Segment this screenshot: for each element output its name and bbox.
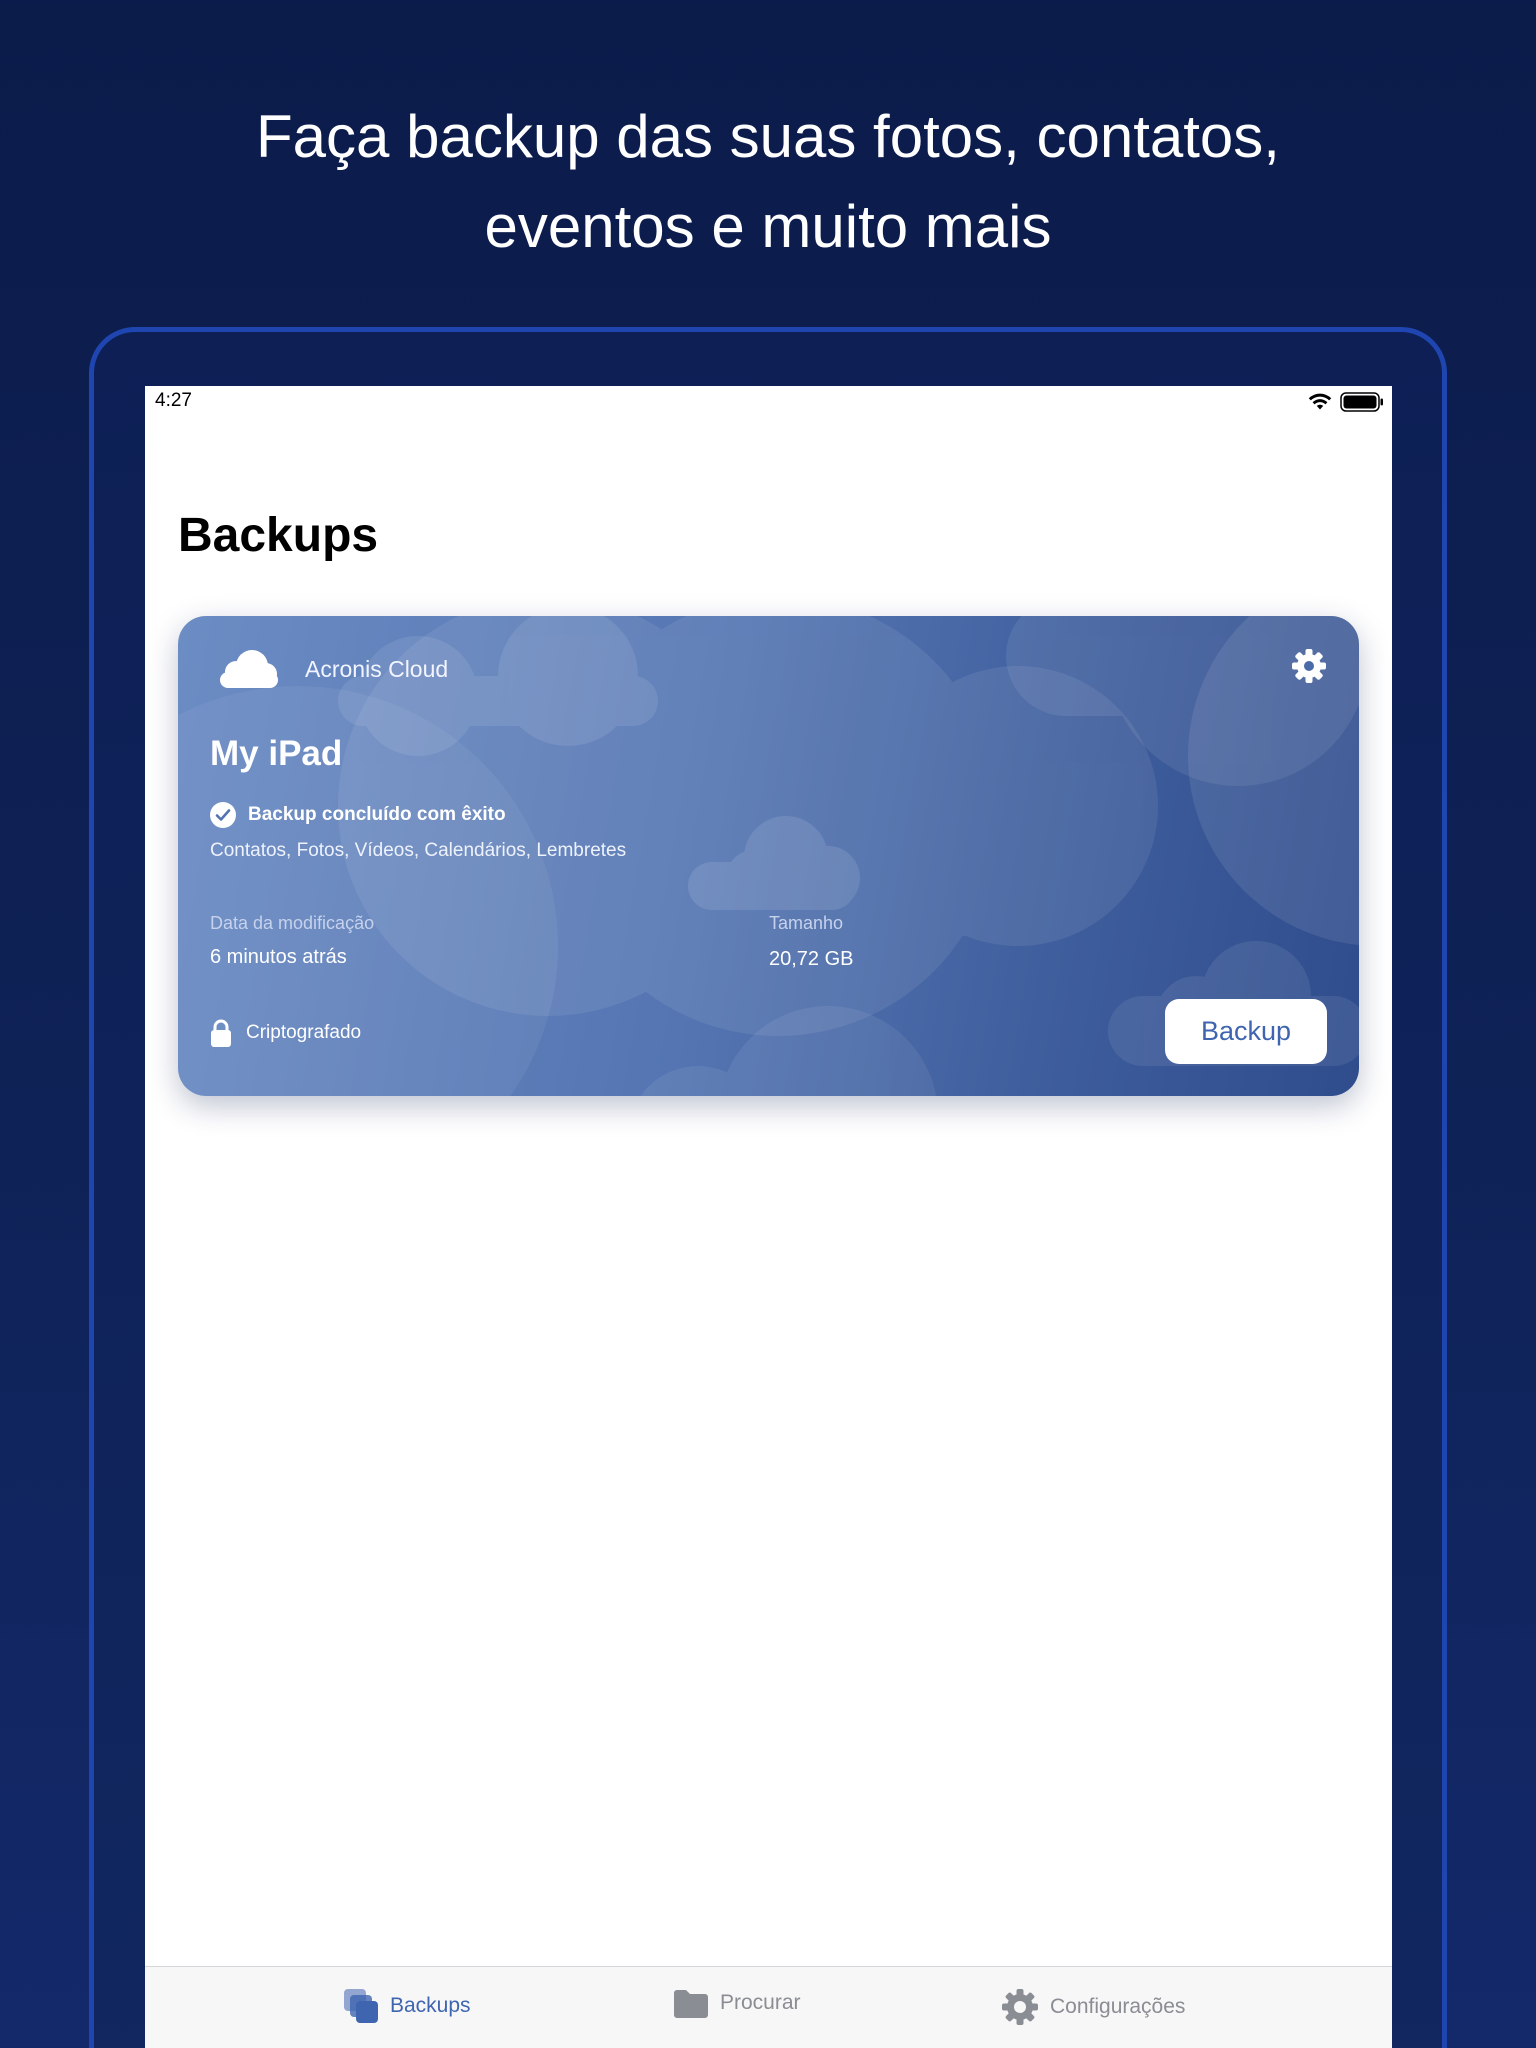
modified-value: 6 minutos atrás bbox=[210, 946, 347, 968]
promo-headline-line1: Faça backup das suas fotos, contatos, bbox=[256, 103, 1280, 170]
tab-configuracoes-label: Configurações bbox=[1050, 1995, 1186, 2018]
cloud-icon bbox=[220, 650, 278, 688]
battery-icon bbox=[1340, 392, 1383, 412]
device-name: My iPad bbox=[210, 734, 343, 773]
backup-status: Backup concluído com êxito bbox=[210, 802, 506, 828]
backups-stack-icon bbox=[344, 1989, 378, 2023]
tab-procurar[interactable]: Procurar bbox=[672, 1987, 801, 2019]
lock-icon bbox=[211, 1019, 231, 1047]
size-value: 20,72 GB bbox=[769, 948, 854, 970]
tab-backups-label: Backups bbox=[390, 1994, 471, 2017]
provider-name: Acronis Cloud bbox=[305, 656, 449, 682]
tab-procurar-label: Procurar bbox=[720, 1991, 801, 2014]
encryption-status: Criptografado bbox=[210, 1018, 361, 1048]
status-bar: 4:27 bbox=[145, 386, 1392, 416]
backup-button[interactable]: Backup bbox=[1165, 999, 1327, 1064]
tab-backups[interactable]: Backups bbox=[342, 1987, 471, 2025]
check-circle-icon bbox=[210, 802, 236, 828]
app-screen: 4:27 Backups Acronis Cloud My iPad Backu… bbox=[145, 386, 1392, 2048]
status-icons bbox=[1308, 392, 1384, 412]
status-time: 4:27 bbox=[155, 390, 192, 411]
wifi-icon bbox=[1308, 393, 1332, 410]
backup-card[interactable]: Acronis Cloud My iPad Backup concluído c… bbox=[178, 616, 1359, 1096]
modified-label: Data da modificação bbox=[210, 913, 375, 933]
tab-bar: Backups Procurar Configurações bbox=[145, 1966, 1392, 2048]
encryption-label: Criptografado bbox=[246, 1022, 362, 1043]
size-label: Tamanho bbox=[769, 913, 844, 933]
status-text: Backup concluído com êxito bbox=[248, 804, 506, 825]
promo-headline-line2: eventos e muito mais bbox=[484, 193, 1052, 260]
page-title: Backups bbox=[178, 509, 379, 562]
gear-icon[interactable] bbox=[1289, 646, 1329, 686]
promo-headline: Faça backup das suas fotos, contatos, ev… bbox=[0, 92, 1536, 272]
backup-categories: Contatos, Fotos, Vídeos, Calendários, Le… bbox=[210, 840, 627, 861]
tab-configuracoes[interactable]: Configurações bbox=[1000, 1987, 1185, 2027]
gear-icon bbox=[1002, 1989, 1038, 2025]
folder-icon bbox=[674, 1990, 708, 2018]
